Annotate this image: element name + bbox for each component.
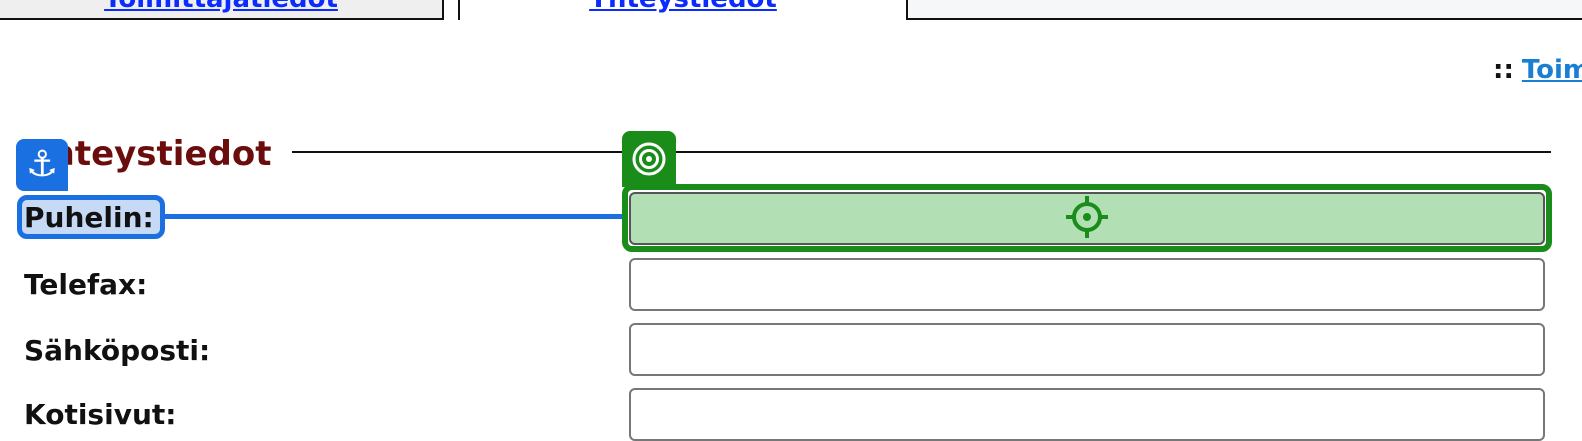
target-icon [622, 131, 676, 187]
top-nav-link-group: :: Toim [1493, 55, 1582, 85]
label-puhelin: Puhelin: [24, 201, 154, 234]
anchor-icon: ⚓ [16, 139, 68, 191]
telefax-input[interactable] [629, 258, 1545, 311]
fieldset-border [292, 151, 1551, 153]
homepage-input[interactable] [629, 388, 1545, 441]
email-input[interactable] [629, 323, 1545, 376]
link-separator: :: [1493, 55, 1514, 85]
tab-empty [906, 0, 1582, 20]
tab-yhteystiedot-link[interactable]: Yhteystiedot [589, 0, 777, 14]
top-nav-link[interactable]: Toim [1522, 55, 1582, 85]
label-sahkoposti: Sähköposti: [24, 334, 211, 367]
tab-toimittajatiedot-link[interactable]: Toimittajatiedot [104, 0, 338, 14]
label-field-connector [165, 214, 627, 219]
tab-yhteystiedot[interactable]: Yhteystiedot [458, 0, 908, 20]
label-telefax: Telefax: [24, 268, 148, 301]
tab-toimittajatiedot[interactable]: Toimittajatiedot [0, 0, 444, 20]
label-kotisivut: Kotisivut: [24, 398, 177, 431]
crosshair-icon [1066, 196, 1108, 238]
